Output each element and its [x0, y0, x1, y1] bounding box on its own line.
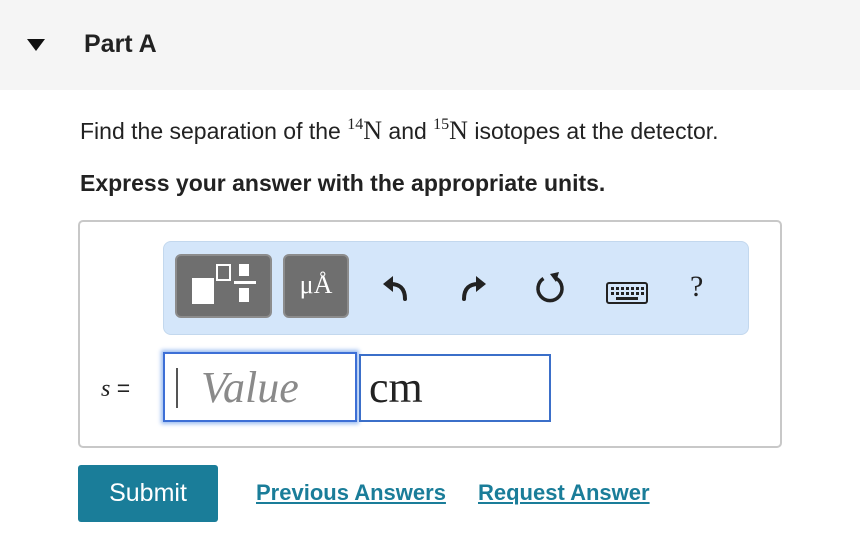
part-header[interactable]: Part A [0, 0, 860, 90]
undo-icon[interactable] [381, 273, 411, 303]
submit-button[interactable]: Submit [78, 465, 218, 522]
templates-button[interactable] [175, 254, 272, 318]
text-caret [176, 368, 178, 408]
variable-symbol: s [101, 376, 111, 402]
question-prefix: Find the separation of the [80, 118, 341, 144]
units-button[interactable]: μÅ [283, 254, 349, 318]
isotope-2-mass: 15 [433, 116, 450, 133]
collapse-triangle-icon[interactable] [27, 39, 45, 51]
help-icon[interactable]: ? [690, 270, 703, 304]
units-value: cm [369, 363, 423, 412]
reset-icon[interactable] [532, 271, 568, 307]
value-input[interactable]: Value [163, 352, 357, 422]
question-suffix: isotopes at the detector. [474, 118, 719, 144]
previous-answers-link[interactable]: Previous Answers [256, 480, 446, 506]
request-answer-link[interactable]: Request Answer [478, 480, 650, 506]
isotope-1-mass: 14 [347, 116, 364, 133]
question-connector: and [388, 118, 427, 144]
isotope-2-symbol: N [449, 116, 468, 145]
units-input[interactable]: cm [359, 354, 551, 422]
part-title: Part A [84, 30, 157, 58]
units-icon: μÅ [299, 270, 333, 299]
question-text: Find the separation of the 14N and 15N i… [80, 116, 719, 146]
variable-label: s = [101, 375, 130, 403]
redo-icon[interactable] [458, 273, 488, 303]
answer-instruction: Express your answer with the appropriate… [80, 170, 606, 196]
keyboard-icon[interactable] [606, 282, 648, 304]
equals-sign: = [116, 375, 131, 401]
value-placeholder: Value [201, 363, 299, 412]
isotope-1-symbol: N [363, 116, 383, 145]
